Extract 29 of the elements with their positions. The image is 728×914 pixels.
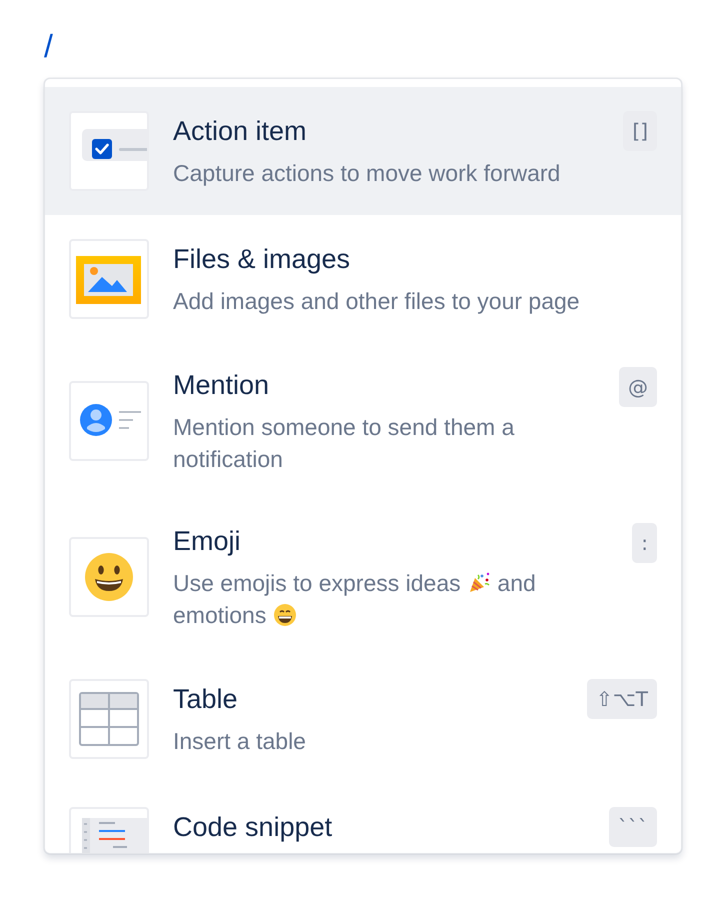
item-title: Code snippet <box>173 811 334 844</box>
party-popper-icon <box>467 571 492 595</box>
item-description: Mention someone to send them a notification <box>173 413 516 474</box>
checkbox-icon <box>69 111 149 191</box>
item-description: Add images and other files to your page <box>173 287 581 316</box>
item-description: Insert a table <box>173 727 307 756</box>
menu-item[interactable]: Emoji Use emojis to express ideas and emotions : <box>45 499 681 655</box>
person-icon <box>69 381 149 461</box>
grinning-face-icon <box>272 603 297 627</box>
shortcut-key: @ <box>619 367 657 407</box>
table-icon <box>69 679 149 759</box>
menu-item[interactable]: Files & images Add images and other files to your page <box>45 215 681 343</box>
item-title: Mention <box>173 369 270 402</box>
item-title: Action item <box>173 115 308 148</box>
shortcut-key: ``` <box>609 807 657 847</box>
shortcut-key: : <box>632 523 657 563</box>
shortcut-key: ⇧⌥T <box>586 679 657 719</box>
smiley-icon <box>69 537 149 617</box>
menu-item[interactable]: Mention Mention someone to send them a notification @ <box>45 343 681 499</box>
item-description: Use emojis to express ideas and emotions <box>173 569 537 630</box>
menu-item[interactable]: Code snippet ``` <box>45 783 681 853</box>
slash-command-text: / <box>44 27 54 66</box>
menu-item[interactable]: Table Insert a table ⇧⌥T <box>45 655 681 783</box>
menu-item[interactable]: Action item Capture actions to move work forward [] <box>45 87 681 215</box>
shortcut-key: [] <box>623 111 657 151</box>
item-title: Emoji <box>173 525 242 558</box>
item-title: Files & images <box>173 243 352 276</box>
item-description: Capture actions to move work forward <box>173 159 562 188</box>
image-icon <box>69 239 149 319</box>
